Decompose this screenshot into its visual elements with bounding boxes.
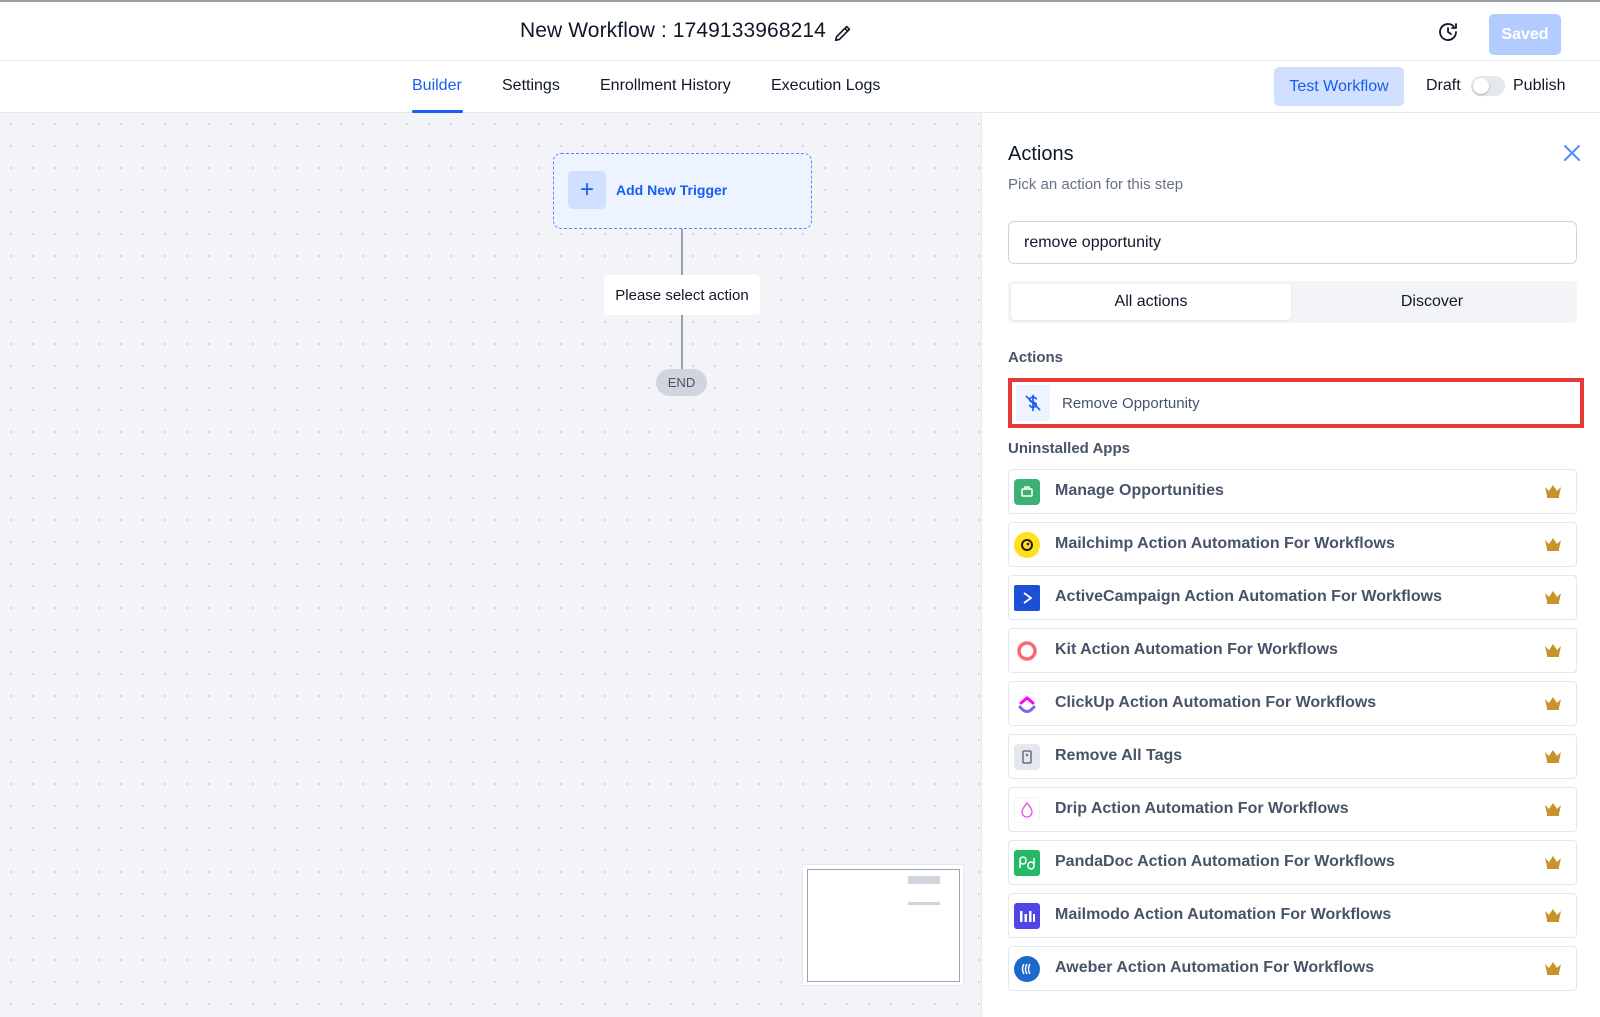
test-workflow-button[interactable]: Test Workflow (1274, 67, 1404, 106)
workflow-canvas[interactable]: + Add New Trigger Please select action E… (0, 113, 981, 1017)
kit-icon (1014, 638, 1040, 664)
action-search-input[interactable] (1008, 221, 1577, 264)
app-label: ClickUp Action Automation For Workflows (1055, 694, 1377, 711)
action-filter-segment: All actions Discover (1008, 281, 1577, 323)
crown-icon (1545, 485, 1561, 498)
crown-icon (1545, 538, 1561, 551)
app-item-aweber[interactable]: Aweber Action Automation For Workflows (1008, 946, 1577, 991)
select-action-node[interactable]: Please select action (604, 275, 760, 315)
action-label: Remove Opportunity (1062, 395, 1200, 412)
app-item-remove-all-tags[interactable]: Remove All Tags (1008, 734, 1577, 779)
tab-settings[interactable]: Settings (502, 77, 560, 95)
app-label: Manage Opportunities (1055, 482, 1224, 499)
crown-icon (1545, 644, 1561, 657)
minimap-node (908, 876, 940, 884)
toggle-knob (1473, 78, 1489, 94)
crown-icon (1545, 909, 1561, 922)
close-icon[interactable] (1562, 143, 1582, 163)
clickup-icon (1014, 691, 1040, 717)
actions-panel: Actions Pick an action for this step All… (981, 113, 1600, 1017)
crown-icon (1545, 962, 1561, 975)
app-item-kit[interactable]: Kit Action Automation For Workflows (1008, 628, 1577, 673)
publish-toggle[interactable] (1471, 76, 1505, 96)
workflow-title: New Workflow : 1749133968214 (520, 19, 826, 42)
panel-title: Actions (1008, 143, 1074, 165)
app-item-drip[interactable]: Drip Action Automation For Workflows (1008, 787, 1577, 832)
workflow-header: New Workflow : 1749133968214 Saved (0, 0, 1600, 61)
tags-icon (1014, 744, 1040, 770)
history-icon[interactable] (1436, 20, 1460, 44)
tab-enrollment-history[interactable]: Enrollment History (600, 77, 731, 95)
plus-icon: + (568, 171, 606, 209)
app-label: Mailchimp Action Automation For Workflow… (1055, 535, 1395, 552)
add-trigger-node[interactable]: + Add New Trigger (553, 153, 812, 229)
segment-discover[interactable]: Discover (1292, 284, 1572, 320)
tab-builder[interactable]: Builder (412, 77, 462, 95)
pandadoc-icon (1014, 850, 1040, 876)
app-item-pandadoc[interactable]: PandaDoc Action Automation For Workflows (1008, 840, 1577, 885)
connector-line (681, 229, 683, 275)
action-item-remove-opportunity[interactable]: Remove Opportunity (1008, 378, 1584, 428)
draft-label: Draft (1426, 77, 1461, 94)
app-item-mailchimp[interactable]: Mailchimp Action Automation For Workflow… (1008, 522, 1577, 567)
app-label: Drip Action Automation For Workflows (1055, 800, 1349, 817)
segment-all-actions[interactable]: All actions (1011, 284, 1291, 320)
crown-icon (1545, 591, 1561, 604)
app-label: PandaDoc Action Automation For Workflows (1055, 853, 1395, 870)
minimap[interactable] (802, 864, 964, 986)
minimap-node (908, 902, 940, 905)
crown-icon (1545, 697, 1561, 710)
activecampaign-icon (1014, 585, 1040, 611)
app-item-activecampaign[interactable]: ActiveCampaign Action Automation For Wor… (1008, 575, 1577, 620)
drip-icon (1014, 797, 1040, 823)
crown-icon (1545, 750, 1561, 763)
saved-button[interactable]: Saved (1489, 14, 1561, 55)
add-trigger-label: Add New Trigger (616, 182, 728, 198)
workflow-tabs: Builder Settings Enrollment History Exec… (0, 61, 1600, 113)
app-label: ActiveCampaign Action Automation For Wor… (1055, 588, 1442, 605)
aweber-icon (1014, 956, 1040, 982)
app-label: Remove All Tags (1055, 747, 1183, 764)
publish-label: Publish (1513, 77, 1566, 94)
mailmodo-icon (1014, 903, 1040, 929)
app-label: Kit Action Automation For Workflows (1055, 641, 1338, 658)
mailchimp-icon (1014, 532, 1040, 558)
actions-heading: Actions (1008, 349, 1064, 366)
pencil-icon[interactable] (832, 22, 854, 44)
panel-subtitle: Pick an action for this step (1008, 176, 1184, 193)
manage-opportunities-icon (1014, 479, 1040, 505)
app-label: Aweber Action Automation For Workflows (1055, 959, 1375, 976)
uninstalled-apps-heading: Uninstalled Apps (1008, 440, 1130, 457)
crown-icon (1545, 803, 1561, 816)
connector-line (681, 315, 683, 369)
app-item-mailmodo[interactable]: Mailmodo Action Automation For Workflows (1008, 893, 1577, 938)
tab-execution-logs[interactable]: Execution Logs (771, 77, 880, 95)
app-item-manage-opportunities[interactable]: Manage Opportunities (1008, 469, 1577, 514)
end-node: END (656, 369, 707, 396)
minimap-viewport[interactable] (807, 869, 960, 982)
crown-icon (1545, 856, 1561, 869)
dollar-off-icon (1016, 385, 1050, 421)
app-item-clickup[interactable]: ClickUp Action Automation For Workflows (1008, 681, 1577, 726)
app-label: Mailmodo Action Automation For Workflows (1055, 906, 1392, 923)
